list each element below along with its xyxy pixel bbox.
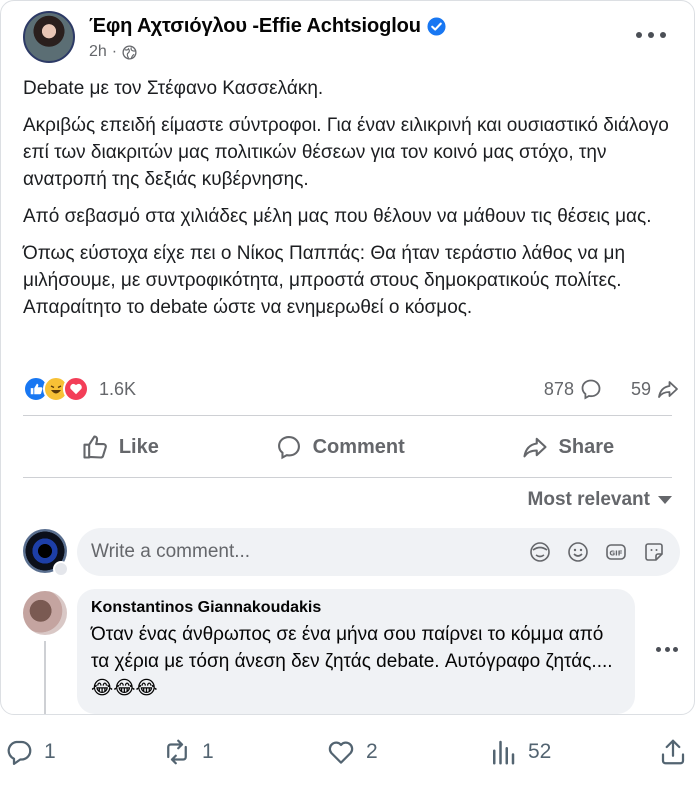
sort-label: Most relevant [527,489,650,510]
comments-count-value: 878 [543,378,574,399]
author-name[interactable]: Έφη Αχτσιόγλου -Effie Achtsioglou [89,15,421,38]
svg-text:GIF: GIF [609,550,622,558]
like-button[interactable]: Like [81,433,159,461]
tweet-action-bar: 1 1 2 52 [0,728,695,776]
globe-icon [122,44,137,60]
bar-chart-icon [493,740,515,765]
post-time[interactable]: 2h [89,43,107,61]
reply-button[interactable]: 1 [4,737,56,767]
love-reaction-icon [63,376,89,402]
meta-separator: · [111,43,118,60]
share-icon [522,437,547,458]
comments-count[interactable]: 878 [544,377,603,401]
retweet-button[interactable]: 1 [162,737,214,767]
commenter-name[interactable]: Konstantinos Giannakoudakis [91,599,621,617]
views-count: 52 [528,740,552,763]
retweet-count: 1 [202,740,214,763]
tweet-like-button[interactable]: 2 [326,737,378,767]
post-paragraph: Debate με τον Στέφανο Κασσελάκη. [23,78,324,99]
emoji-icon[interactable] [566,540,590,564]
post-paragraph: Από σεβασμό στα χιλιάδες μέλη μας που θέ… [23,206,652,227]
post-meta: 2h · [89,43,137,61]
dot-icon [656,647,661,652]
thumbs-up-icon [83,435,107,459]
caret-down-icon [658,496,672,504]
post-header: Έφη Αχτσιόγλου -Effie Achtsioglou 2h · [23,9,674,65]
comment-button[interactable]: Comment [275,433,405,461]
like-label: Like [118,435,159,458]
comment-text: Όταν ένας άνθρωπος σε ένα μήνα σου παίρν… [91,624,613,699]
reply-bubble-icon [7,740,32,765]
reaction-icons[interactable] [23,376,89,402]
facebook-post-card: Έφη Αχτσιόγλου -Effie Achtsioglou 2h · D… [0,0,695,715]
retweet-icon [167,739,187,765]
author-avatar[interactable] [23,11,75,63]
author-row: Έφη Αχτσιόγλου -Effie Achtsioglou [89,15,446,38]
more-options-button[interactable] [636,25,666,45]
reply-count: 1 [44,740,56,763]
post-paragraph: Όπως εύστοχα είχε πει ο Νίκος Παππάς: Θα… [23,243,626,318]
tweet-like-count: 2 [366,740,378,763]
divider [23,477,672,478]
reactions-count[interactable]: 1.6K [99,379,136,400]
divider [23,415,672,416]
dot-icon [664,647,670,652]
views-button[interactable]: 52 [488,737,551,767]
share-label: Share [558,435,615,458]
avatar-sticker-icon[interactable] [528,540,552,564]
commenter-avatar[interactable] [23,591,67,635]
dot-icon [673,647,678,652]
thread-line [44,641,46,714]
comment-label: Comment [312,435,405,458]
post-paragraph: Ακριβώς επειδή είμαστε σύντροφοι. Για έν… [23,115,669,190]
chevron-down-icon[interactable] [53,561,69,577]
shares-count-value: 59 [630,378,651,399]
comment-placeholder: Write a comment... [91,541,251,562]
gif-icon[interactable]: GIF [604,540,628,564]
comment-icon [277,436,300,460]
comment-input[interactable]: Write a comment... GIF [77,528,680,576]
engagement-counts: 878 59 [544,377,680,401]
dot-icon [660,32,666,38]
comment-bubble: Konstantinos Giannakoudakis Όταν ένας άν… [77,589,635,714]
comment-bubble-icon [581,379,601,400]
heart-icon [328,741,354,764]
post-body: Debate με τον Στέφανο Κασσελάκη. Ακριβώς… [23,75,672,331]
comment-input-icons: GIF [528,540,666,564]
dot-icon [648,32,654,38]
share-tweet-button[interactable] [658,737,688,767]
sticker-icon[interactable] [642,540,666,564]
dot-icon [636,32,642,38]
comment-more-button[interactable] [656,647,678,653]
share-button[interactable]: Share [521,433,615,461]
verified-badge-icon [427,17,446,36]
comment-sort-dropdown[interactable]: Most relevant [528,489,672,511]
share-arrow-icon [658,381,678,398]
action-bar: Like Comment Share [23,423,672,471]
reactions-bar: 1.6K 878 59 [23,375,680,403]
shares-count[interactable]: 59 [631,377,680,401]
upload-share-icon [661,739,685,765]
